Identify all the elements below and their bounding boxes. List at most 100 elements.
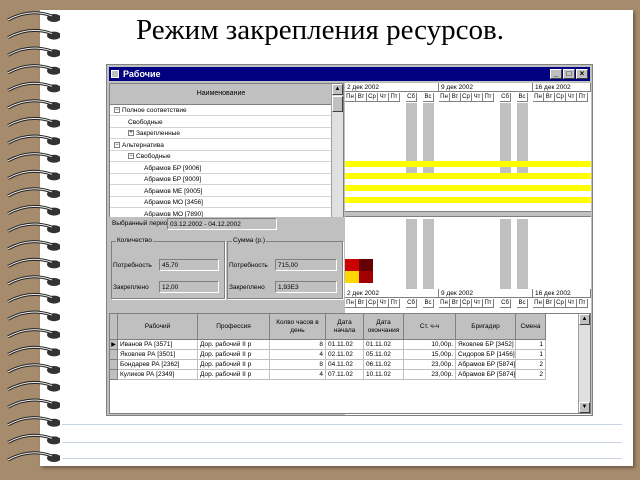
table-cell[interactable]: 06.11.02 [364, 360, 404, 370]
calendar-top-week-label: 9 дек 2002 [439, 83, 533, 92]
table-cell[interactable]: 10.11.02 [364, 370, 404, 380]
sum-need-field[interactable]: 715,00 [275, 259, 337, 271]
row-pointer-icon[interactable]: ▶ [110, 340, 118, 350]
calendar-bottom-week-label: 16 дек 2002 [533, 289, 591, 298]
tree-item[interactable]: − Полное соответствие [110, 105, 332, 116]
table-cell[interactable]: 15,00р. [404, 350, 456, 360]
tree-item[interactable]: Абрамов МЕ [9005] [110, 186, 332, 197]
table-cell[interactable]: 8 [270, 340, 326, 350]
table-cell[interactable]: 04.11.02 [326, 360, 364, 370]
collapse-icon[interactable]: − [114, 107, 120, 114]
table-cell[interactable]: 1 [516, 340, 546, 350]
table-cell[interactable]: 1 [516, 350, 546, 360]
table-cell[interactable]: Иванов РА [3571] [118, 340, 198, 350]
calendar-bottom-week-label: 9 дек 2002 [439, 289, 533, 298]
table-cell[interactable]: 05.11.02 [364, 350, 404, 360]
tree-item[interactable]: Абрамов БР [9006] [110, 163, 332, 174]
calendar-header-bottom: 2 дек 2002 Пн Вт Ср Чт Пт Сб Вс 9 дек 2002 Пн Вт Ср… [345, 289, 591, 309]
tree-item[interactable]: − Альтернатива [110, 140, 332, 151]
column-header[interactable]: Рабочий [118, 314, 198, 340]
column-header[interactable]: Ст. ч-ч [404, 314, 456, 340]
gantt-splitter[interactable] [345, 211, 591, 217]
tree-header-name[interactable]: Наименование [110, 84, 332, 105]
scroll-up-icon[interactable]: ▲ [332, 84, 343, 95]
calendar-bottom-day-label: Вт [450, 299, 461, 308]
table-cell[interactable]: 01.11.02 [326, 340, 364, 350]
table-cell[interactable]: Абрамов БР [5874] [456, 360, 516, 370]
tree-item-label: Абрамов БР [9009] [144, 176, 202, 183]
tree-scrollbar[interactable]: ▲ ▼ [331, 84, 343, 232]
quantity-need-field[interactable]: 45,70 [159, 259, 219, 271]
calendar-bottom-day-label: Ср [461, 299, 472, 308]
table-cell[interactable]: 4 [270, 350, 326, 360]
table-cell[interactable]: Куликов РА [2349] [118, 370, 198, 380]
quantity-fixed-field[interactable]: 12,00 [159, 281, 219, 293]
scroll-up-icon[interactable]: ▲ [579, 314, 590, 325]
sum-fixed-field[interactable]: 1,93Е3 [275, 281, 337, 293]
tree-item[interactable]: Абрамов МО [3456] [110, 197, 332, 208]
table-cell[interactable]: 2 [516, 370, 546, 380]
calendar-bottom-day-label: Чт [472, 299, 483, 308]
table-cell[interactable]: 2 [516, 360, 546, 370]
table-scrollbar[interactable]: ▲ ▼ [578, 314, 590, 413]
calendar-top-day-label: Чт [378, 93, 389, 102]
allocation-cell [345, 259, 359, 271]
resources-window: Рабочие _ □ × Наименование − Полное соотв… [106, 64, 593, 416]
table-cell[interactable]: Абрамов БР [5874] [456, 370, 516, 380]
table-cell[interactable]: 23,00р. [404, 370, 456, 380]
table-cell[interactable]: 23,00р. [404, 360, 456, 370]
calendar-top-day-label: Пн [345, 93, 356, 102]
column-header[interactable]: Колво часов в день [270, 314, 326, 340]
tree-item[interactable]: − Свободные [110, 151, 332, 162]
slide-title: Режим закрепления ресурсов. [136, 14, 504, 46]
table-cell[interactable]: Дор. рабочий II р [198, 350, 270, 360]
table-cell[interactable]: 10,00р. [404, 340, 456, 350]
tree-item[interactable]: Свободные [110, 117, 332, 128]
column-header[interactable]: Профессия [198, 314, 270, 340]
calendar-top-day-label: Пт [389, 93, 400, 102]
column-header[interactable]: Дата начала [326, 314, 364, 340]
calendar-bottom-day-label: Пн [439, 299, 450, 308]
period-field[interactable]: 03.12.2002 - 04.12.2002 [167, 218, 277, 230]
expand-icon[interactable]: + [128, 130, 134, 137]
row-indicator[interactable] [110, 360, 118, 370]
close-button[interactable]: × [576, 69, 588, 79]
scroll-down-icon[interactable]: ▼ [579, 402, 590, 413]
table-cell[interactable]: 07.11.02 [326, 370, 364, 380]
window-titlebar[interactable]: Рабочие _ □ × [109, 67, 590, 81]
table-cell[interactable]: 02.11.02 [326, 350, 364, 360]
table-cell[interactable]: 8 [270, 360, 326, 370]
row-indicator[interactable] [110, 370, 118, 380]
table-cell[interactable]: Дор. рабочий II р [198, 370, 270, 380]
period-label: Выбранный период [112, 220, 171, 227]
column-header[interactable]: Смена [516, 314, 546, 340]
quantity-fixed-label: Закреплено [113, 284, 149, 291]
minimize-button[interactable]: _ [550, 69, 562, 79]
parameters-panel: Выбранный период 03.12.2002 - 04.12.2002… [109, 217, 344, 307]
calendar-bottom-day-label: Сб [500, 299, 511, 308]
window-app-icon [111, 70, 119, 78]
load-bar [345, 161, 591, 167]
table-cell[interactable]: Сидоров БР [1456] [456, 350, 516, 360]
table-cell[interactable]: Бондарев РА [2362] [118, 360, 198, 370]
row-indicator[interactable] [110, 350, 118, 360]
scroll-thumb[interactable] [332, 96, 343, 112]
table-cell[interactable]: Яковлев БР [3452] [456, 340, 516, 350]
calendar-top-day-label: Ср [367, 93, 378, 102]
maximize-button[interactable]: □ [563, 69, 575, 79]
tree-item-label: Абрамов БР [9006] [144, 164, 202, 172]
collapse-icon[interactable]: − [114, 141, 120, 148]
table-cell[interactable]: Дор. рабочий II р [198, 340, 270, 350]
table-cell[interactable]: Яковлев РА [3501] [118, 350, 198, 360]
column-header[interactable]: Бригадир [456, 314, 516, 340]
table-cell[interactable]: 4 [270, 370, 326, 380]
calendar-bottom-day-label: Вс [517, 299, 528, 308]
table-cell[interactable]: 01.11.02 [364, 340, 404, 350]
weekend-column [423, 219, 434, 289]
quantity-group-title: Количество [116, 236, 153, 246]
table-cell[interactable]: Дор. рабочий II р [198, 360, 270, 370]
tree-item[interactable]: + Закрепленные [110, 128, 332, 139]
column-header[interactable]: Дата окончания [364, 314, 404, 340]
tree-item[interactable]: Абрамов БР [9009] [110, 174, 332, 185]
collapse-icon[interactable]: − [128, 153, 134, 160]
